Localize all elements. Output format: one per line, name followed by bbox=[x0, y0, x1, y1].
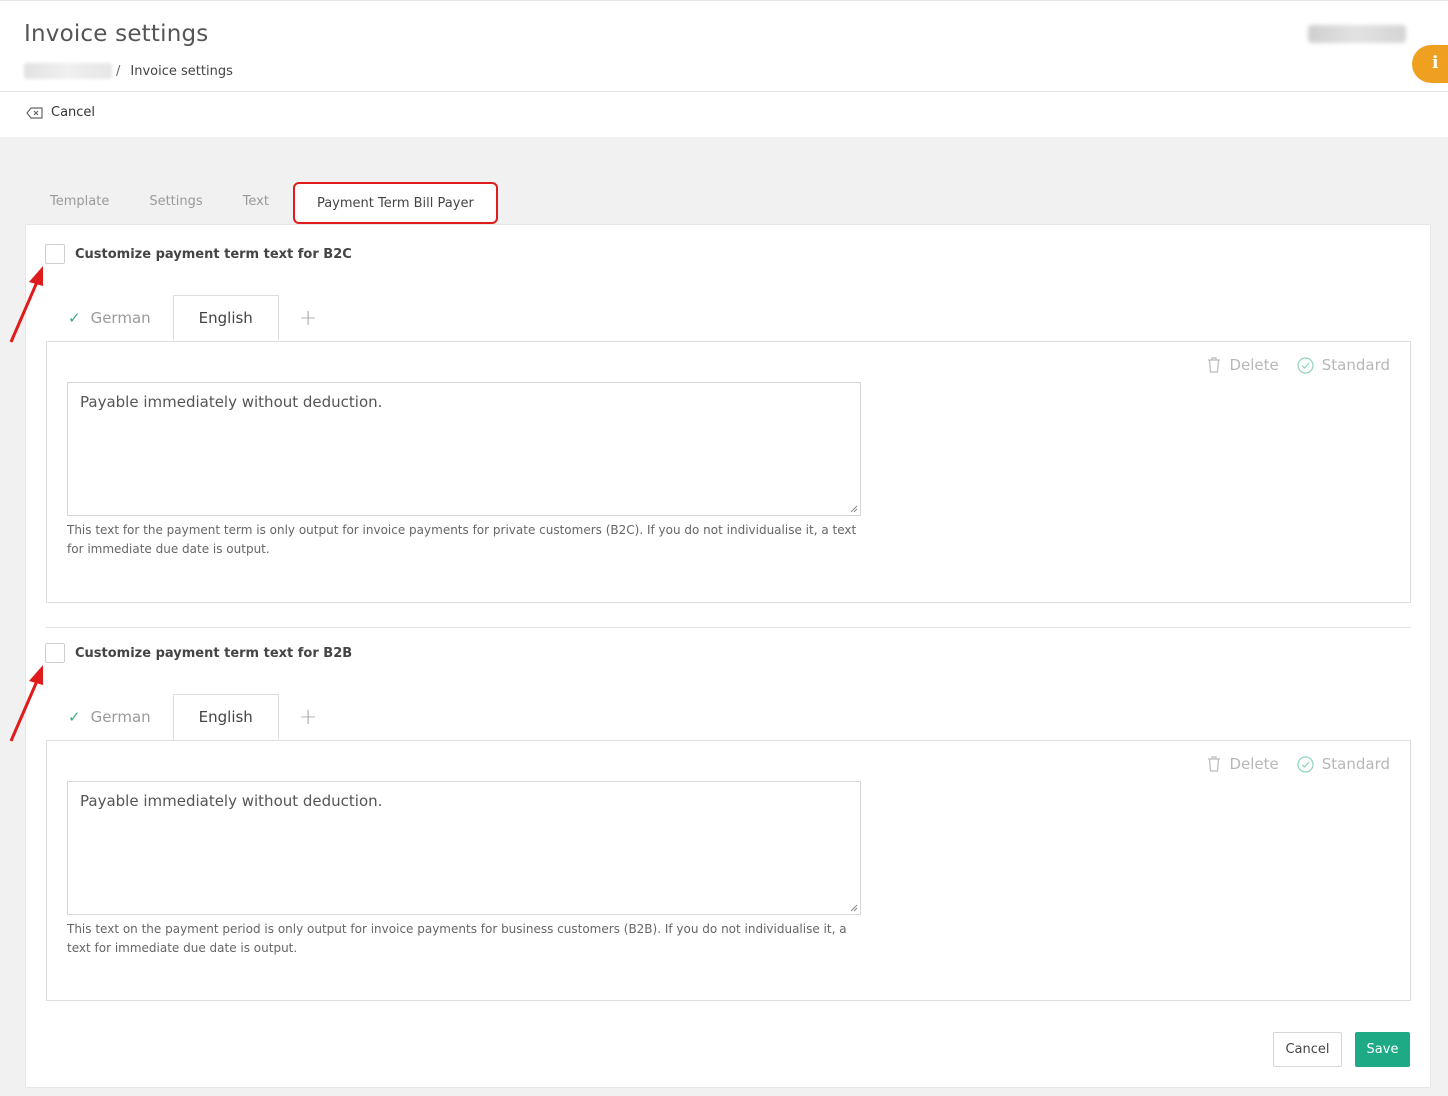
info-badge[interactable]: i bbox=[1412, 45, 1448, 83]
lang-label: English bbox=[198, 708, 253, 726]
trash-icon bbox=[1208, 357, 1221, 373]
b2c-language-box: Delete Standard Payable immediately with… bbox=[46, 341, 1411, 603]
standard-label: Standard bbox=[1321, 356, 1390, 374]
tab-text[interactable]: Text bbox=[223, 182, 289, 224]
textarea-value: Payable immediately without deduction. bbox=[80, 393, 383, 411]
check-circle-icon bbox=[1297, 755, 1314, 773]
resize-grip-icon[interactable] bbox=[850, 904, 858, 912]
page-title: Invoice settings bbox=[24, 21, 209, 47]
lang-label: English bbox=[198, 309, 253, 327]
top-cancel-label: Cancel bbox=[51, 105, 96, 120]
check-circle-icon bbox=[1297, 356, 1314, 374]
check-icon: ✓ bbox=[68, 708, 81, 726]
b2c-delete-button[interactable]: Delete bbox=[1207, 356, 1279, 374]
b2b-add-language-button[interactable]: + bbox=[279, 694, 337, 740]
action-bar: Cancel bbox=[0, 92, 1448, 137]
lang-label: German bbox=[90, 309, 151, 327]
trash-icon bbox=[1208, 756, 1221, 772]
b2c-lang-tab-english[interactable]: English bbox=[172, 295, 279, 341]
breadcrumb-parent-blurred[interactable] bbox=[24, 63, 112, 79]
b2b-payment-term-textarea[interactable]: Payable immediately without deduction. bbox=[67, 781, 861, 915]
resize-grip-icon[interactable] bbox=[850, 505, 858, 513]
b2b-customize-checkbox[interactable] bbox=[45, 643, 65, 663]
b2b-standard-button[interactable]: Standard bbox=[1297, 755, 1390, 773]
b2b-customize-label: Customize payment term text for B2B bbox=[75, 645, 353, 661]
info-icon: i bbox=[1432, 53, 1439, 73]
b2c-lang-tab-german[interactable]: ✓ German bbox=[46, 295, 173, 341]
b2c-box-actions: Delete Standard bbox=[1207, 356, 1390, 374]
b2c-help-text: This text for the payment term is only o… bbox=[67, 523, 857, 556]
breadcrumb-current: Invoice settings bbox=[130, 63, 233, 79]
save-button[interactable]: Save bbox=[1355, 1032, 1410, 1067]
delete-label: Delete bbox=[1229, 356, 1279, 374]
top-cancel-button[interactable]: Cancel bbox=[26, 105, 95, 120]
b2c-language-tabs: ✓ German English + bbox=[46, 295, 337, 341]
check-icon: ✓ bbox=[68, 309, 81, 327]
b2b-customize-row: Customize payment term text for B2B bbox=[45, 643, 352, 663]
tab-payment-term-bill-payer[interactable]: Payment Term Bill Payer bbox=[292, 182, 498, 224]
b2c-payment-term-textarea[interactable]: Payable immediately without deduction. bbox=[67, 382, 861, 516]
delete-label: Delete bbox=[1229, 755, 1279, 773]
b2c-standard-button[interactable]: Standard bbox=[1297, 356, 1390, 374]
annotation-arrow-icon bbox=[9, 665, 43, 742]
section-divider bbox=[46, 627, 1411, 628]
b2c-customize-checkbox[interactable] bbox=[45, 244, 65, 264]
b2b-language-box: Delete Standard Payable immediately with… bbox=[46, 740, 1411, 1001]
b2b-delete-button[interactable]: Delete bbox=[1207, 755, 1279, 773]
standard-label: Standard bbox=[1321, 755, 1390, 773]
b2c-customize-row: Customize payment term text for B2C bbox=[45, 244, 352, 264]
cancel-button[interactable]: Cancel bbox=[1273, 1032, 1342, 1067]
b2b-box-actions: Delete Standard bbox=[1207, 755, 1390, 773]
payment-term-panel: Customize payment term text for B2C ✓ Ge… bbox=[25, 224, 1431, 1088]
b2b-language-tabs: ✓ German English + bbox=[46, 694, 337, 740]
b2b-help-text: This text on the payment period is only … bbox=[67, 922, 847, 955]
footer-actions: Cancel Save bbox=[1273, 1032, 1410, 1067]
b2b-lang-tab-german[interactable]: ✓ German bbox=[46, 694, 173, 740]
lang-label: German bbox=[90, 708, 151, 726]
textarea-value: Payable immediately without deduction. bbox=[80, 792, 383, 810]
annotation-arrow-icon bbox=[9, 266, 43, 343]
tab-template[interactable]: Template bbox=[30, 182, 129, 224]
b2c-customize-label: Customize payment term text for B2C bbox=[75, 246, 352, 262]
b2c-add-language-button[interactable]: + bbox=[279, 295, 337, 341]
company-name-blurred[interactable] bbox=[1308, 25, 1406, 43]
settings-tabs: Template Settings Text Payment Term Bill… bbox=[30, 182, 498, 224]
page-header: Invoice settings / Invoice settings i bbox=[0, 0, 1448, 92]
tab-settings[interactable]: Settings bbox=[129, 182, 222, 224]
breadcrumb: / Invoice settings bbox=[24, 63, 233, 79]
backspace-icon bbox=[26, 106, 43, 119]
breadcrumb-separator: / bbox=[116, 63, 121, 79]
b2b-lang-tab-english[interactable]: English bbox=[172, 694, 279, 740]
